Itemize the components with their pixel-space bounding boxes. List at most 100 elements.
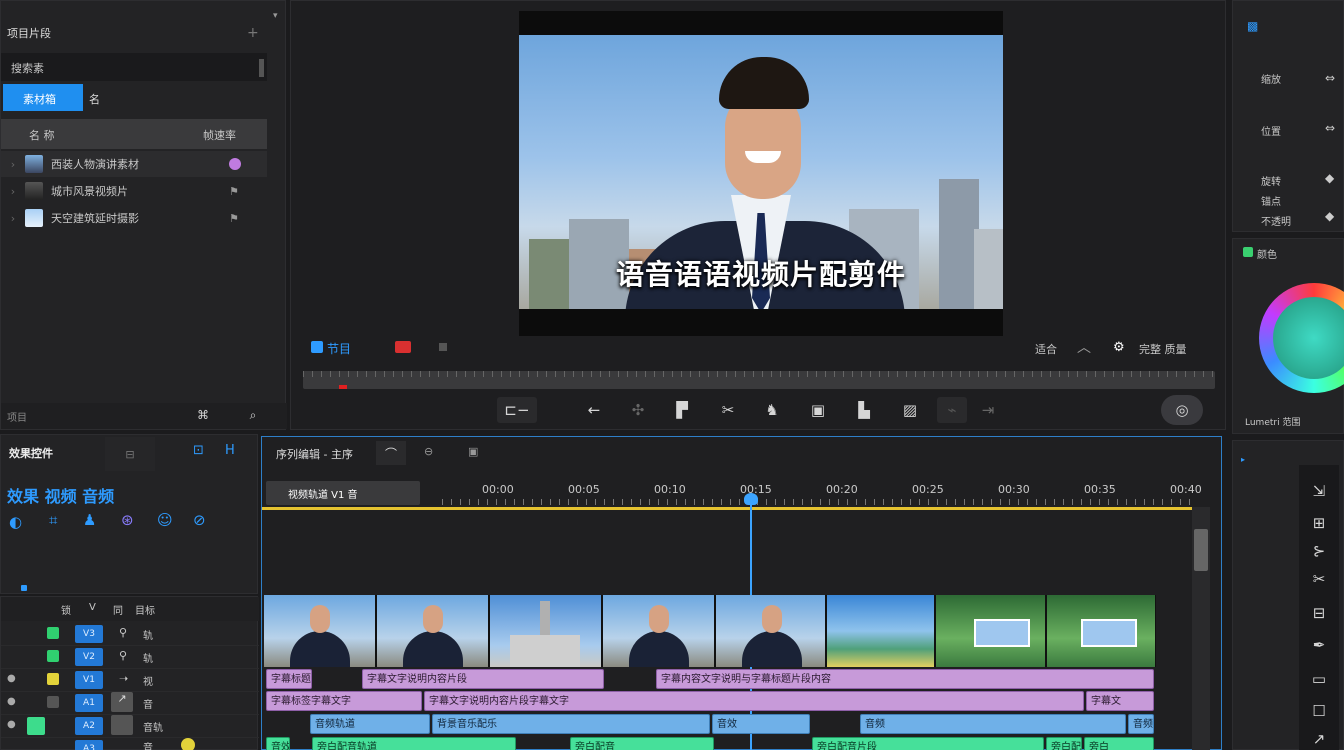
track-target[interactable]: A3 xyxy=(75,740,103,750)
audio-clip[interactable]: 音频 xyxy=(1128,714,1154,734)
video-clip[interactable] xyxy=(716,595,826,667)
link-icon[interactable]: ⊖ xyxy=(424,445,433,458)
visibility-icon[interactable] xyxy=(47,673,59,685)
color-wheel[interactable] xyxy=(1259,283,1344,393)
color-icon[interactable]: ⊛ xyxy=(121,511,134,529)
visibility-icon[interactable] xyxy=(47,627,59,639)
visibility-icon[interactable] xyxy=(47,650,59,662)
keyframe-icon[interactable]: ◆ xyxy=(1325,171,1334,185)
toggle-icon[interactable]: ● xyxy=(7,719,16,730)
track-row-v2[interactable]: V2 ⚲ 轨 xyxy=(1,646,259,669)
mark-in-icon[interactable]: ⊏− xyxy=(497,397,537,423)
track-target[interactable]: V2 xyxy=(75,648,103,666)
sync-lock-icon[interactable]: ⚲ xyxy=(119,626,127,639)
record-icon[interactable] xyxy=(395,341,411,353)
program-tab[interactable]: 节目 xyxy=(327,340,351,357)
arrow-icon[interactable]: ➝ xyxy=(119,672,128,685)
selection-tool-icon[interactable]: ⇲ xyxy=(1307,481,1331,501)
hand-tool-icon[interactable]: ☐ xyxy=(1307,701,1331,721)
mute-icon[interactable] xyxy=(111,715,133,735)
video-clip[interactable] xyxy=(377,595,489,667)
export-frame-icon[interactable]: ▨ xyxy=(897,397,923,423)
track-row-v3[interactable]: V3 ⚲ 轨 xyxy=(1,623,259,646)
keyframe-icon[interactable]: ◆ xyxy=(1325,209,1334,223)
audio-clip[interactable]: 背景音乐配乐 xyxy=(432,714,710,734)
video-clip[interactable] xyxy=(1047,595,1156,667)
trim-icon[interactable]: ✂ xyxy=(715,397,741,423)
type-tool-icon[interactable]: ↗ xyxy=(1307,729,1331,749)
fx-icon[interactable]: ◐ xyxy=(9,513,22,531)
step-forward-icon[interactable]: ⇥ xyxy=(975,397,1001,423)
track-row-a1[interactable]: ● A1 ↗ 音 xyxy=(1,692,259,715)
source-patch[interactable]: 视频轨道 V1 音 xyxy=(266,481,420,505)
comment-icon[interactable]: ▣ xyxy=(805,397,831,423)
list-item[interactable]: › 城市风景视频片 ⚑ xyxy=(1,178,267,204)
voiceover-clip[interactable]: 旁白 xyxy=(1084,737,1154,750)
track-target[interactable]: A2 xyxy=(75,717,103,735)
button-editor-icon[interactable]: ◎ xyxy=(1161,395,1203,425)
sequence-tab[interactable]: 序列编辑 - 主序 xyxy=(276,446,353,462)
video-clip[interactable] xyxy=(827,595,935,667)
list-item[interactable]: › 天空建筑延时摄影 ⚑ xyxy=(1,205,267,231)
razor-tool-icon[interactable]: ✂ xyxy=(1307,569,1331,589)
person-icon[interactable]: ♟ xyxy=(83,511,96,529)
video-clip[interactable] xyxy=(936,595,1046,667)
search-icon[interactable]: ⌕ xyxy=(243,405,263,425)
caption-clip[interactable]: 字幕标题 xyxy=(266,669,312,689)
voiceover-clip[interactable]: 旁白配音 xyxy=(570,737,714,750)
view-icon[interactable]: ⊡ xyxy=(193,443,204,458)
track-target[interactable]: A1 xyxy=(75,694,103,712)
snap-icon[interactable]: ⌒ xyxy=(376,441,406,465)
track-row-v1[interactable]: ● V1 ➝ 视 xyxy=(1,669,259,692)
transform-icon[interactable]: ⇔ xyxy=(1325,71,1335,85)
effects-panel-title[interactable]: 效果控件 xyxy=(9,445,53,461)
slip-tool-icon[interactable]: ⊟ xyxy=(1307,603,1331,623)
quality-dropdown[interactable]: 完整 质量 xyxy=(1139,341,1187,357)
extract-icon[interactable]: ♞ xyxy=(759,397,785,423)
pen-tool-icon[interactable]: ✒ xyxy=(1307,635,1331,655)
voiceover-clip[interactable]: 旁白配音轨道 xyxy=(312,737,516,750)
step-back-icon[interactable]: ← xyxy=(581,397,607,423)
column-name[interactable]: 名 称 xyxy=(29,127,55,143)
add-icon[interactable]: + xyxy=(247,25,259,41)
transform-icon[interactable]: ⇔ xyxy=(1325,121,1335,135)
video-clip[interactable] xyxy=(603,595,715,667)
video-track-v1[interactable] xyxy=(264,595,1156,667)
toggle-icon[interactable]: ● xyxy=(7,696,16,707)
add-marker-icon[interactable]: ✣ xyxy=(625,397,651,423)
ripple-edit-icon[interactable]: ⊱ xyxy=(1307,541,1331,561)
video-preview[interactable]: 语音语语视频片配剪件 xyxy=(519,11,1003,336)
playhead-marker[interactable] xyxy=(339,385,347,389)
playhead-handle[interactable] xyxy=(744,493,758,505)
track-select-icon[interactable]: ⊞ xyxy=(1307,513,1331,533)
video-clip[interactable] xyxy=(264,595,376,667)
caption-clip[interactable]: 字幕文 xyxy=(1086,691,1154,711)
crop-icon[interactable]: ⌗ xyxy=(49,511,57,529)
bin-tab[interactable]: 素材箱 xyxy=(3,84,83,111)
toggle-icon[interactable]: ● xyxy=(7,673,16,684)
caption-clip[interactable]: 字幕标签字幕文字 xyxy=(266,691,422,711)
search-bar[interactable]: 搜索素 xyxy=(1,53,267,81)
label-color-dot[interactable] xyxy=(229,158,241,170)
list-item[interactable]: › 西装人物演讲素材 xyxy=(1,151,267,177)
mute-icon[interactable]: ↗ xyxy=(111,692,133,712)
vertical-scrollbar[interactable] xyxy=(1192,507,1210,750)
chevron-up-icon[interactable]: ︿ xyxy=(1077,337,1091,357)
flag-icon[interactable]: ⚑ xyxy=(229,212,239,225)
audio-clip[interactable]: 音频轨道 xyxy=(310,714,430,734)
rectangle-tool-icon[interactable]: ▭ xyxy=(1307,669,1331,689)
scrollbar-thumb[interactable] xyxy=(259,59,264,77)
marker-icon[interactable]: ▣ xyxy=(468,445,478,458)
settings-icon[interactable]: ⚙ xyxy=(1113,340,1125,355)
panel-menu-icon[interactable]: ▾ xyxy=(273,11,278,21)
voiceover-clip[interactable]: 音效 xyxy=(266,737,290,750)
track-target[interactable]: V1 xyxy=(75,671,103,689)
new-item-icon[interactable]: ⌘ xyxy=(193,405,213,425)
blur-icon[interactable]: ⊘ xyxy=(193,511,206,529)
mask-icon[interactable]: ☺ xyxy=(157,511,173,529)
column-frame-rate[interactable]: 帧速率 xyxy=(203,127,236,143)
record-track-icon[interactable] xyxy=(181,738,195,750)
voiceover-clip[interactable]: 旁白配音 xyxy=(1046,737,1082,750)
solo-icon[interactable] xyxy=(27,717,45,735)
fit-dropdown[interactable]: 适合 xyxy=(1035,341,1057,357)
